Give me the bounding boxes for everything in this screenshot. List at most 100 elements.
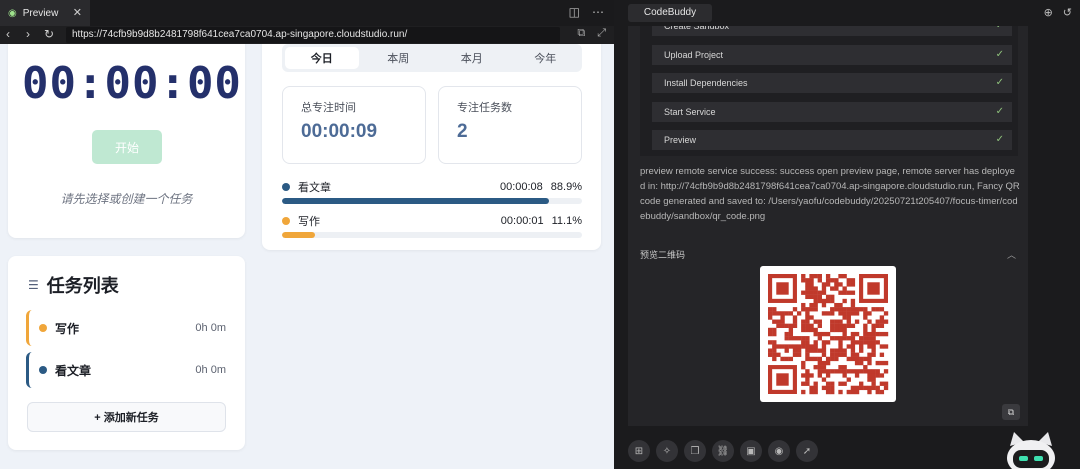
url-field[interactable]: https://74cfb9b9d8b2481798f641cea7ca0704… bbox=[66, 27, 560, 43]
eye-icon[interactable]: ◉ bbox=[768, 440, 790, 462]
close-icon[interactable]: ✕ bbox=[73, 6, 82, 19]
codebuddy-actions: ⊕ ↺ bbox=[1044, 6, 1072, 19]
qr-module bbox=[813, 389, 818, 395]
qr-module bbox=[796, 336, 802, 341]
qr-module bbox=[768, 307, 773, 312]
qr-module bbox=[830, 336, 835, 341]
qr-module bbox=[825, 356, 831, 362]
qr-module bbox=[809, 274, 814, 279]
qr-module bbox=[875, 319, 880, 324]
qr-module bbox=[846, 315, 851, 320]
codebuddy-tab[interactable]: CodeBuddy bbox=[628, 4, 712, 22]
task-duration: 0h 0m bbox=[195, 364, 226, 376]
qr-module bbox=[842, 307, 847, 312]
qr-module bbox=[838, 282, 843, 287]
qr-module bbox=[830, 389, 835, 395]
qr-module bbox=[854, 352, 860, 357]
qr-module bbox=[780, 344, 785, 349]
qr-module bbox=[796, 348, 802, 353]
qr-module bbox=[768, 331, 773, 337]
qr-module bbox=[867, 360, 872, 366]
qr-module bbox=[821, 290, 827, 295]
qr-module bbox=[846, 278, 851, 283]
deploy-step: Start Service ✓ bbox=[652, 101, 1012, 122]
qr-module bbox=[825, 373, 831, 378]
qr-module bbox=[834, 302, 839, 308]
qr-module bbox=[842, 274, 847, 279]
open-external-icon[interactable]: ⧉ bbox=[577, 27, 585, 40]
qr-module bbox=[871, 340, 876, 345]
qr-module bbox=[830, 286, 835, 291]
qr-module bbox=[784, 348, 789, 353]
total-time-label: 总专注时间 bbox=[301, 102, 356, 114]
qr-module bbox=[772, 307, 777, 312]
qr-module bbox=[805, 340, 810, 345]
expand-icon[interactable]: ⤢ bbox=[597, 27, 606, 40]
qr-module bbox=[834, 369, 839, 374]
qr-module bbox=[871, 377, 876, 382]
period-tab-3[interactable]: 今年 bbox=[509, 44, 583, 72]
period-tab-1[interactable]: 本周 bbox=[362, 44, 436, 72]
qr-module bbox=[825, 282, 831, 287]
qr-module bbox=[850, 356, 856, 362]
period-tab-0[interactable]: 今日 bbox=[285, 47, 359, 69]
qr-module bbox=[809, 323, 814, 328]
qr-module bbox=[796, 352, 802, 357]
breakdown-row-header: 看文章 00:00:08 88.9% bbox=[282, 180, 582, 194]
qr-module bbox=[850, 278, 856, 283]
task-list-card: ☰ 任务列表 写作 0h 0m 看文章 0h 0m + 添加新任务 bbox=[8, 256, 245, 450]
link-icon[interactable]: ⛓ bbox=[712, 440, 734, 462]
qr-module bbox=[838, 274, 843, 279]
qr-module bbox=[859, 356, 864, 362]
list-icon: ☰ bbox=[28, 278, 39, 292]
breakdown-time: 00:00:08 bbox=[499, 181, 543, 193]
total-time-box: 总专注时间 00:00:09 bbox=[282, 86, 426, 164]
qr-module bbox=[879, 360, 885, 366]
qr-module bbox=[801, 274, 806, 279]
qr-module bbox=[813, 381, 818, 386]
qr-module bbox=[854, 331, 860, 337]
start-button[interactable]: 开始 bbox=[92, 130, 162, 164]
preview-tab[interactable]: ◉ Preview ✕ bbox=[0, 0, 90, 26]
chevron-up-icon[interactable]: ︿ bbox=[1007, 248, 1016, 261]
qr-module bbox=[850, 307, 856, 312]
deploy-step-label: Install Dependencies bbox=[664, 78, 748, 88]
add-task-button[interactable]: + 添加新任务 bbox=[27, 402, 226, 432]
rocket-icon[interactable]: ➚ bbox=[796, 440, 818, 462]
task-item[interactable]: 看文章 0h 0m bbox=[26, 352, 226, 388]
grid-icon[interactable]: ⊞ bbox=[628, 440, 650, 462]
split-icon[interactable]: ◫ bbox=[569, 5, 580, 19]
period-tab-2[interactable]: 本月 bbox=[435, 44, 509, 72]
qr-module bbox=[809, 294, 814, 300]
back-icon[interactable]: ‹ bbox=[6, 27, 10, 41]
qr-module bbox=[842, 352, 847, 357]
check-icon: ✓ bbox=[996, 26, 1004, 36]
image-icon[interactable]: ▣ bbox=[740, 440, 762, 462]
qr-module bbox=[842, 323, 847, 328]
more-icon[interactable]: ⋯ bbox=[592, 5, 604, 19]
qr-module bbox=[780, 356, 785, 362]
qr-module bbox=[825, 311, 831, 316]
task-item[interactable]: 写作 0h 0m bbox=[26, 310, 226, 346]
qr-module bbox=[846, 311, 851, 316]
qr-module bbox=[834, 348, 839, 353]
qr-module bbox=[846, 319, 851, 324]
check-icon: ✓ bbox=[995, 77, 1004, 88]
history-icon[interactable]: ↺ bbox=[1063, 6, 1072, 19]
new-chat-icon[interactable]: ⊕ bbox=[1044, 6, 1053, 19]
qr-module bbox=[805, 369, 810, 374]
reload-icon[interactable]: ↻ bbox=[44, 27, 54, 41]
blocks-icon[interactable]: ❒ bbox=[684, 440, 706, 462]
sparkle-icon[interactable]: ✧ bbox=[656, 440, 678, 462]
task-color-dot bbox=[282, 183, 290, 191]
qr-module bbox=[768, 352, 773, 357]
qr-module bbox=[813, 348, 818, 353]
qr-module bbox=[834, 319, 839, 324]
qr-module bbox=[813, 344, 818, 349]
qr-module bbox=[846, 336, 851, 341]
check-icon: ✓ bbox=[995, 48, 1004, 60]
tab-actions: ◫ ⋯ bbox=[569, 5, 604, 19]
copy-icon[interactable]: ⧉ bbox=[1002, 404, 1020, 420]
qr-module bbox=[780, 311, 785, 316]
forward-icon[interactable]: › bbox=[26, 27, 30, 41]
